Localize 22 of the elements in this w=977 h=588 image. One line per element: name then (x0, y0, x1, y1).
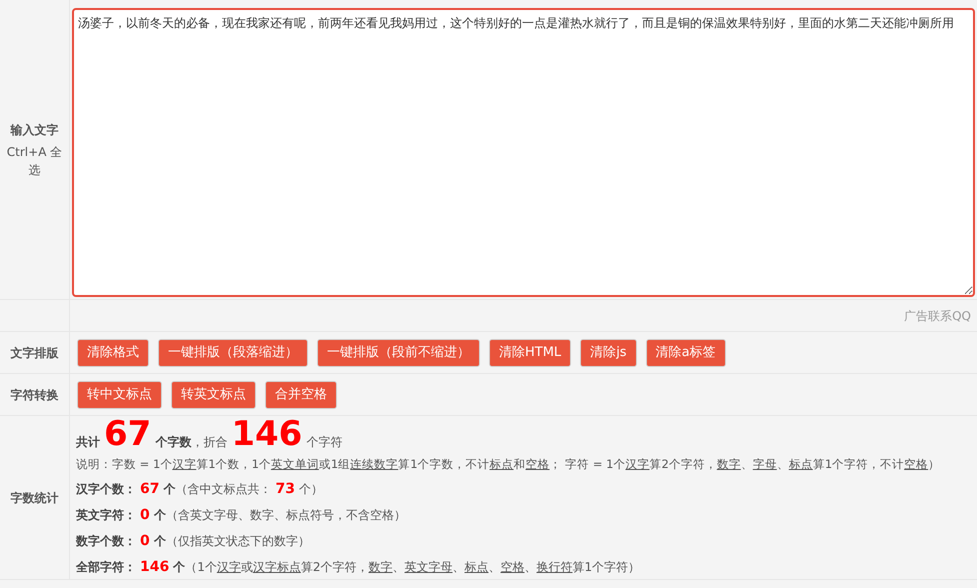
input-label: 输入文字 (10, 122, 58, 138)
stat-line: 数字个数： 0 个（仅指英文状态下的数字） (76, 532, 311, 551)
action-button[interactable]: 一键排版（段落缩进） (158, 338, 308, 366)
action-button[interactable]: 一键排版（段前不缩进） (317, 338, 480, 366)
explanation-text: 说明：字数 = 1个汉字算1个数，1个英文单词或1组连续数字算1个字数，不计标点和空格； 字符 = 1个汉字算2个字符，数字、字母、标点算1个字符，不计空格） (76, 456, 942, 474)
action-button[interactable]: 转英文标点 (171, 380, 256, 408)
action-button[interactable]: 转中文标点 (77, 380, 162, 408)
stat-line: 全部字符： 146 个（1个汉字或汉字标点算2个字符，数字、英文字母、标点、空格、换行符算1个字符） (76, 558, 642, 577)
text-input-area[interactable]: 汤婆子，以前冬天的必备，现在我家还有呢，前两年还看见我妈用过，这个特别好的一点是灌热水就行了，而且是铜的保温效果特别好，里面的水第二天还能冲厕所用 (72, 8, 975, 297)
row-label: 文字排版 (10, 344, 58, 362)
action-button[interactable]: 清除js (580, 338, 637, 366)
stat-line: 英文字符： 0 个（含英文字母、数字、标点符号，不含空格） (76, 506, 407, 525)
row-label: 字符转换 (10, 386, 58, 404)
action-button[interactable]: 清除HTML (489, 338, 572, 366)
ad-contact-text: 广告联系QQ (904, 308, 971, 324)
count-summary: 共计 67 个字数，折合 146 个字符 (76, 417, 344, 452)
action-button[interactable]: 清除a标签 (646, 338, 726, 366)
action-button[interactable]: 合并空格 (265, 380, 337, 408)
input-hint: Ctrl+A 全选 (6, 144, 64, 178)
row-label: 字数统计 (10, 490, 58, 506)
stat-line: 汉字个数： 67 个（含中文标点共： 73 个） (76, 480, 324, 499)
action-button[interactable]: 清除格式 (77, 338, 149, 366)
